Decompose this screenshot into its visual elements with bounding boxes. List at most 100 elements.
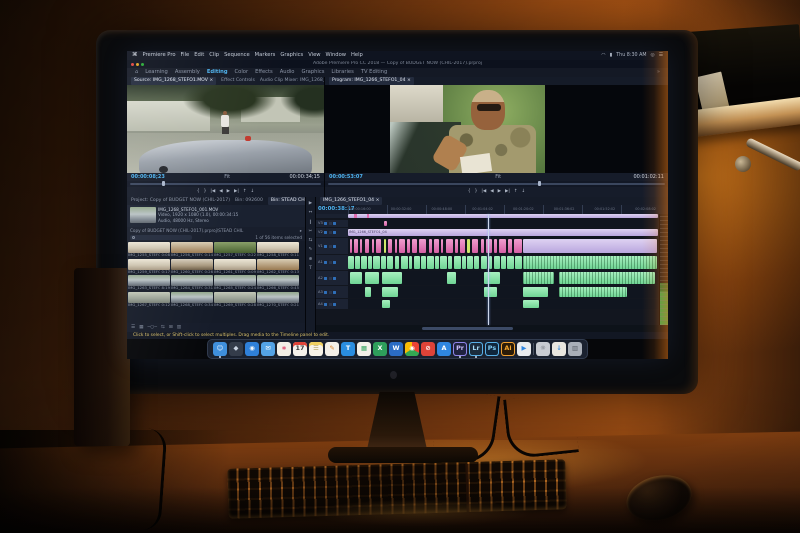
transport-button[interactable]: } <box>204 189 207 194</box>
traffic-light[interactable] <box>136 62 139 66</box>
timeline-clip[interactable] <box>459 239 465 253</box>
timeline-clip[interactable] <box>523 239 657 253</box>
track-toggle[interactable] <box>333 231 337 234</box>
pen-tool[interactable]: ✎ <box>309 247 313 252</box>
transport-button[interactable]: ◀ <box>490 189 493 194</box>
track-toggle[interactable] <box>333 244 337 248</box>
timeline-clip[interactable] <box>360 239 363 253</box>
transport-button[interactable]: |◀ <box>481 189 486 194</box>
timeline-clip[interactable] <box>387 256 394 269</box>
project-clip[interactable]: IMG_1260_STEFO1.MOV 0:26 <box>171 258 213 275</box>
quicktime-icon[interactable]: ▶ <box>517 342 531 356</box>
time-ruler[interactable]: 00:00:16:00 00:00:32:00 00:00:48:00 00:01:0… <box>348 205 658 214</box>
menu-item[interactable]: Sequence <box>224 52 250 58</box>
timeline-clip[interactable] <box>365 239 370 253</box>
downloads-icon[interactable]: ↓ <box>552 342 566 356</box>
track-toggle[interactable] <box>328 231 332 234</box>
ripple-edit-tool[interactable]: ∥ <box>309 220 311 225</box>
panel-tab[interactable]: Effect Controls <box>221 78 255 84</box>
track-toggle[interactable] <box>333 290 337 294</box>
track-header[interactable]: A4 <box>316 299 348 309</box>
transport-button[interactable]: ↓ <box>522 189 526 194</box>
list-view-icon[interactable]: ☰ <box>131 325 135 331</box>
project-clip[interactable]: IMG_1259_STEFO1.MOV 0:17 <box>128 258 170 275</box>
workspace-tab[interactable]: Learning <box>145 69 168 75</box>
menu-item[interactable]: File <box>181 52 190 58</box>
transport-button[interactable]: ▶ <box>227 189 230 194</box>
battery-icon[interactable]: ▮ <box>610 53 613 59</box>
transport-button[interactable]: { <box>197 189 200 194</box>
timeline-clip[interactable] <box>523 272 555 284</box>
premiere-icon[interactable]: Pr <box>453 342 467 358</box>
timeline-clip[interactable] <box>419 239 427 253</box>
transport-button[interactable]: ▶ <box>498 189 501 194</box>
workspace-overflow-icon[interactable]: » <box>657 69 660 75</box>
keynote-icon[interactable]: T <box>341 342 355 356</box>
track-lane[interactable] <box>348 238 658 254</box>
search-input[interactable] <box>130 235 192 240</box>
dock-separator[interactable] <box>533 343 534 355</box>
home-icon[interactable]: ⌂ <box>135 69 138 75</box>
project-clip[interactable]: IMG_1270_STEFO1.MOV 0:21 <box>257 291 299 308</box>
transport-button[interactable]: } <box>475 189 478 194</box>
project-clip[interactable]: IMG_1267_STEFO1.MOV 0:12 <box>128 291 170 308</box>
timeline-clip[interactable] <box>354 239 358 253</box>
track-toggle[interactable] <box>328 222 332 225</box>
timeline-timecode[interactable]: 00:00:38:17 <box>316 205 354 214</box>
panel-tab[interactable]: Project: Copy of BUDGET NOW (CHIL-2017) <box>131 198 230 204</box>
timeline-clip[interactable] <box>348 256 354 269</box>
traffic-light[interactable] <box>141 62 144 66</box>
track-lane[interactable]: IMG_1266_STEFO1_04 <box>348 228 658 237</box>
numbers-icon[interactable]: ▦ <box>357 342 371 356</box>
source-scrubber[interactable] <box>127 181 324 187</box>
illustrator-icon[interactable]: Ai <box>501 342 515 356</box>
track-toggle[interactable] <box>328 261 332 264</box>
folder-up-icon[interactable]: ▸ <box>300 228 302 233</box>
project-clip[interactable]: IMG_1255_STEFO1.MOV 0:08 <box>128 242 170 258</box>
launchpad-icon[interactable]: ◆ <box>229 342 243 356</box>
timeline-clip[interactable] <box>480 256 488 269</box>
timeline-clip[interactable] <box>462 256 466 269</box>
notes-icon[interactable]: ☰ <box>309 342 323 356</box>
workspace-tab[interactable]: Assembly <box>175 69 200 75</box>
timeline-clip[interactable] <box>399 239 405 253</box>
timeline-clip[interactable] <box>523 300 539 308</box>
timeline-clip[interactable] <box>454 256 461 269</box>
photos-icon[interactable]: ∗ <box>277 342 291 356</box>
timeline-clip[interactable] <box>501 256 507 269</box>
source-video-preview[interactable] <box>127 85 324 173</box>
razor-tool[interactable]: ✂ <box>309 229 313 234</box>
track-header[interactable]: V3 <box>316 220 348 227</box>
timeline-clip[interactable] <box>454 239 459 253</box>
automate-to-sequence-icon[interactable]: ⇆ <box>161 325 165 331</box>
timeline-clip[interactable] <box>499 239 507 253</box>
photoshop-icon[interactable]: Ps <box>485 342 499 356</box>
timeline-clip[interactable] <box>408 256 413 269</box>
project-clip[interactable]: IMG_1258_STEFO1.MOV 0:11 <box>257 242 299 258</box>
clip-preview-thumbnail[interactable] <box>130 207 156 223</box>
timeline-clip[interactable] <box>382 287 398 297</box>
timeline-clip[interactable] <box>523 256 657 269</box>
track-toggle[interactable] <box>324 290 328 294</box>
switcher-icon[interactable]: ☰ <box>659 53 663 59</box>
timeline-clip[interactable] <box>515 256 523 269</box>
track-toggle[interactable] <box>324 276 328 280</box>
panel-tab[interactable]: Bin: 092600 <box>235 198 263 204</box>
menu-item[interactable]: View <box>308 52 320 58</box>
track-lane[interactable] <box>348 220 658 227</box>
calendar-icon[interactable]: 17 <box>293 342 307 356</box>
hand-tool[interactable]: ⊕ <box>309 257 313 262</box>
apple-menu-icon[interactable]: ⌘ <box>132 52 138 59</box>
lightroom-icon[interactable]: Lr <box>469 342 483 358</box>
timeline-clip[interactable] <box>513 239 522 253</box>
timeline-clip[interactable] <box>383 221 388 226</box>
transport-button[interactable]: { <box>468 189 471 194</box>
workspace-tab[interactable]: Graphics <box>301 69 324 75</box>
program-fit-dropdown[interactable]: Fit <box>495 174 501 180</box>
track-header[interactable]: V2 <box>316 228 348 237</box>
menu-item[interactable]: Window <box>326 52 346 58</box>
transport-button[interactable]: ↑ <box>514 189 518 194</box>
transport-button[interactable]: |◀ <box>210 189 215 194</box>
workspace-tab[interactable]: Editing <box>207 69 228 75</box>
project-clip[interactable]: IMG_1257_STEFO1.MOV 0:22 <box>214 242 256 258</box>
